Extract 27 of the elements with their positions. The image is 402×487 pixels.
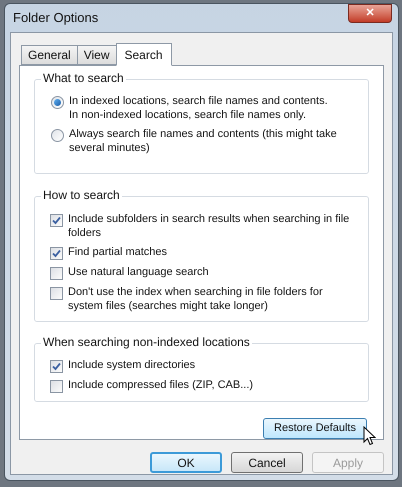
option-label: Find partial matches	[68, 245, 168, 260]
radio-button[interactable]	[51, 96, 64, 109]
option-label: Don't use the index when searching in file folders for system files (searches might take longer)	[68, 285, 324, 314]
checkbox[interactable]	[50, 267, 63, 280]
option-label: Use natural language search	[68, 265, 209, 280]
option-label: Always search file names and contents (this might take several minutes)	[69, 127, 338, 155]
tab[interactable]: View	[76, 45, 116, 65]
checkmark-icon	[52, 249, 61, 258]
tab[interactable]: Search	[116, 43, 172, 66]
checkbox[interactable]	[50, 287, 63, 300]
checkbox[interactable]	[50, 380, 63, 393]
option-label: Include system directories	[68, 358, 196, 372]
option-label: Include compressed files (ZIP, CAB...)	[68, 378, 254, 392]
window-title: Folder Options	[13, 9, 98, 28]
dialog-button[interactable]: OK	[150, 452, 222, 473]
tab[interactable]: General	[21, 45, 78, 65]
checkbox[interactable]	[50, 360, 63, 373]
checkbox[interactable]	[50, 247, 63, 260]
group-title: When searching non-indexed locations	[41, 335, 252, 350]
checkbox[interactable]	[50, 214, 63, 228]
checkmark-icon	[52, 362, 61, 371]
radio-button[interactable]	[51, 129, 64, 142]
checkmark-icon	[52, 216, 61, 226]
option-label: In indexed locations, search file names and contents. In non-indexed locations, search file names only.	[69, 94, 328, 122]
option-label: Include subfolders in search results when searching in file folders	[68, 212, 350, 240]
dialog-button[interactable]: Cancel	[231, 452, 303, 473]
restore-defaults-button[interactable]: Restore Defaults	[263, 418, 367, 439]
